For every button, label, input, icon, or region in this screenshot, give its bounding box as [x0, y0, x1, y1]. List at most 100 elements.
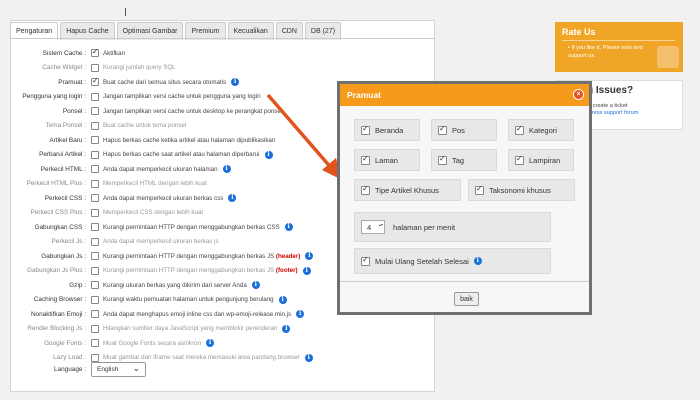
setting-checkbox[interactable] [91, 76, 99, 86]
setting-description: Aktifkan [103, 50, 125, 57]
setting-description: Anda dapat memperkecil ukuran halaman [103, 166, 218, 173]
option-checkbox[interactable] [361, 184, 370, 195]
setting-checkbox[interactable] [91, 237, 99, 246]
setting-label: Artikel Baru : [49, 136, 86, 144]
setting-description: Muat gambar dan iframe saat mereka memas… [103, 354, 300, 361]
info-icon[interactable]: i [278, 295, 287, 304]
setting-checkbox[interactable] [91, 92, 99, 101]
setting-checkbox[interactable] [91, 179, 99, 188]
info-icon[interactable]: i [206, 339, 215, 347]
setting-text: Anda dapat memperkecil ukuran berkas css [103, 194, 224, 202]
setting-checkbox[interactable] [91, 266, 99, 275]
language-select[interactable]: English [91, 361, 146, 377]
preload-option-beranda[interactable]: Beranda [354, 119, 420, 141]
ok-button[interactable]: baik [454, 292, 479, 306]
setting-text: Anda dapat menghapus emoji inline css da… [103, 310, 292, 318]
setting-checkbox[interactable] [91, 47, 99, 57]
language-label: Language : [54, 365, 86, 373]
info-icon[interactable]: i [284, 223, 293, 231]
close-icon[interactable]: × [573, 89, 584, 100]
setting-label: Perkecil HTML : [40, 165, 86, 173]
setting-checkbox[interactable] [91, 324, 99, 333]
option-checkbox[interactable] [515, 154, 524, 165]
setting-checkbox[interactable] [91, 165, 99, 173]
setting-label: Caching Browser : [33, 296, 86, 303]
setting-label: Tema Ponsel : [45, 122, 87, 129]
preload-option-taksonomi-khusus[interactable]: Taksonomi khusus [468, 179, 575, 201]
preload-modal: Pramuat × Beranda Pos Kategori Laman Tag Lamp… [337, 81, 592, 315]
setting-tag: (footer) [275, 267, 298, 274]
setting-checkbox[interactable] [91, 150, 99, 159]
option-label: Tag [452, 155, 465, 165]
info-icon[interactable]: i [296, 310, 305, 318]
preload-option-tipe-artikel-khusus[interactable]: Tipe Artikel Khusus [354, 179, 461, 201]
option-checkbox[interactable] [438, 124, 447, 135]
setting-row: Cache Widget : Kurangi jumlah query SQL [10, 61, 430, 75]
support-text: n create a ticket Press support forum [588, 103, 639, 116]
info-icon[interactable]: i [222, 165, 231, 173]
preload-option-kategori[interactable]: Kategori [508, 119, 574, 141]
setting-checkbox[interactable] [91, 353, 99, 362]
option-checkbox[interactable] [361, 154, 370, 165]
setting-checkbox[interactable] [91, 252, 99, 260]
info-icon[interactable]: i [473, 257, 482, 265]
setting-text: Hilangkan sumber daya JavaScript yang me… [103, 325, 278, 332]
setting-checkbox[interactable] [91, 339, 99, 347]
setting-description: Anda dapat memperkecil ukuran berkas js [103, 238, 219, 245]
setting-checkbox[interactable] [91, 194, 99, 202]
setting-label: Nonaktifkan Emoji : [30, 310, 86, 318]
setting-description: Hapus berkas cache ketika artikel atau h… [103, 137, 275, 144]
info-icon[interactable]: i [282, 324, 291, 333]
setting-checkbox[interactable] [91, 121, 99, 130]
option-checkbox[interactable] [438, 154, 447, 165]
setting-label: Pramuat : [58, 78, 86, 86]
setting-description: Anda dapat menghapus emoji inline css da… [103, 311, 291, 318]
setting-checkbox[interactable] [91, 310, 99, 318]
info-icon[interactable]: i [251, 281, 260, 289]
setting-checkbox[interactable] [91, 281, 99, 289]
info-icon[interactable]: i [264, 150, 273, 159]
setting-text: Kurangi waktu pemuatan halaman untuk pen… [103, 296, 274, 303]
preload-option-laman[interactable]: Laman [354, 149, 420, 171]
setting-description: Kurangi jumlah query SQL [103, 64, 176, 71]
info-icon[interactable]: i [305, 252, 314, 260]
setting-description: Jangan tampilkan versi cache untuk deskt… [103, 108, 282, 115]
pages-per-minute-input[interactable]: 4 [361, 220, 385, 234]
setting-text: Jangan tampilkan versi cache untuk pengg… [103, 93, 261, 100]
option-checkbox[interactable] [361, 124, 370, 135]
setting-label: Gabungkan Js : [41, 252, 86, 260]
info-icon[interactable]: i [304, 353, 313, 362]
info-icon[interactable]: i [228, 194, 237, 202]
info-icon[interactable]: i [231, 78, 240, 86]
preload-option-pos[interactable]: Pos [431, 119, 497, 141]
setting-text: Memperkecil CSS dengan lebih kuat [103, 209, 204, 216]
preload-option-tag[interactable]: Tag [431, 149, 497, 171]
option-checkbox[interactable] [515, 124, 524, 135]
setting-checkbox[interactable] [91, 136, 99, 144]
setting-description: Hapus berkas cache saat artikel atau hal… [103, 151, 260, 158]
setting-checkbox[interactable] [91, 107, 99, 115]
setting-description: Memperkecil CSS dengan lebih kuat [103, 209, 203, 216]
option-checkbox[interactable] [475, 184, 484, 195]
info-icon[interactable]: i [302, 266, 311, 275]
setting-checkbox[interactable] [91, 295, 99, 304]
setting-checkbox[interactable] [91, 223, 99, 231]
setting-row: Render Blocking Js : Hilangkan sumber day… [10, 322, 430, 336]
restart-option[interactable]: Mulai Ulang Setelah Selesai i [354, 248, 551, 274]
setting-text: Jangan tampilkan versi cache untuk deskt… [103, 107, 283, 115]
restart-checkbox[interactable] [361, 255, 370, 266]
setting-row: Sistem Cache : Aktifkan [10, 46, 430, 60]
setting-checkbox[interactable] [91, 208, 99, 217]
modal-header: Pramuat × [340, 84, 589, 106]
setting-text: Kurangi permintaan HTTP dengan menggabun… [103, 252, 275, 260]
setting-checkbox[interactable] [91, 63, 99, 72]
setting-description: Kurangi ukuran berkas yang dikirim dari … [103, 282, 247, 289]
option-label: Pos [452, 125, 465, 135]
setting-description: Buat cache dari semua situs secara otoma… [103, 79, 226, 86]
preload-option-lampiran[interactable]: Lampiran [508, 149, 574, 171]
setting-description: Buat cache untuk tema ponsel [103, 122, 186, 129]
option-label: Taksonomi khusus [489, 185, 551, 195]
setting-description: Anda dapat memperkecil ukuran berkas css [103, 195, 223, 202]
tab-divider [10, 38, 435, 39]
support-forum-link[interactable]: Press support forum [588, 110, 638, 116]
